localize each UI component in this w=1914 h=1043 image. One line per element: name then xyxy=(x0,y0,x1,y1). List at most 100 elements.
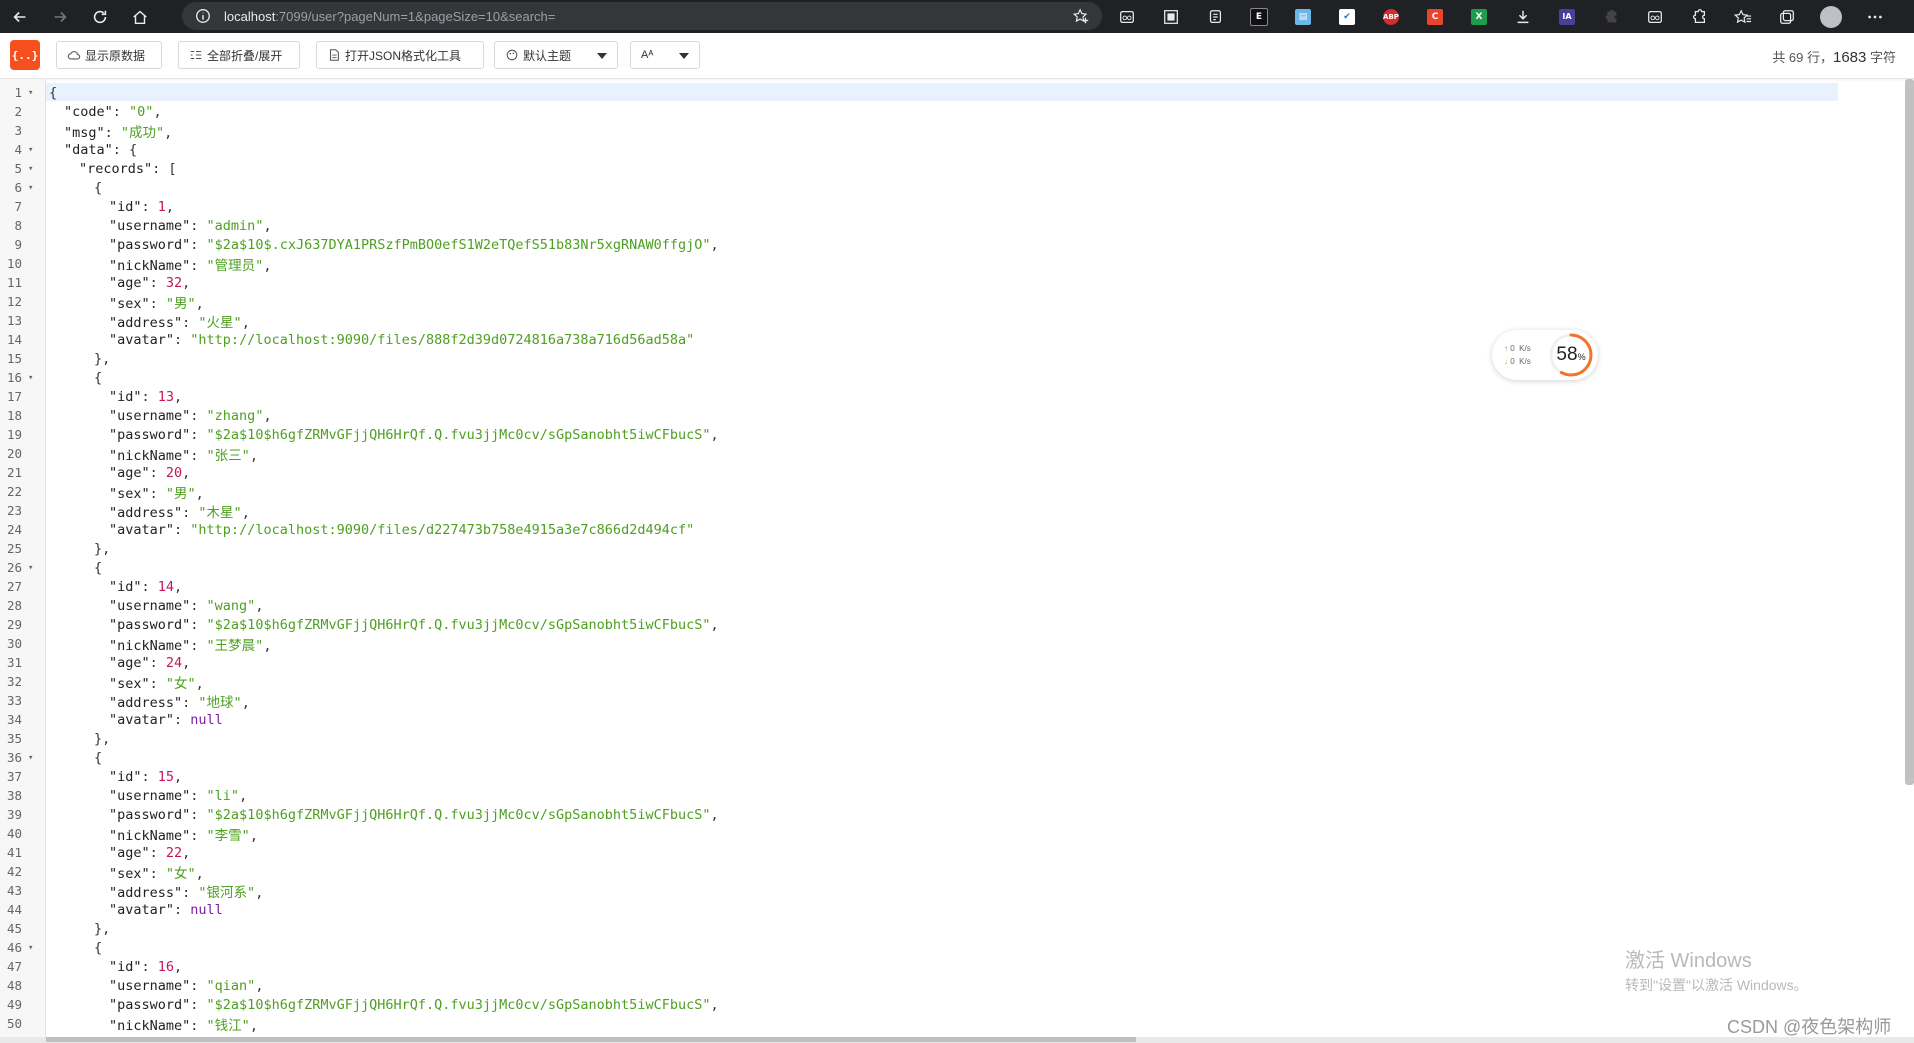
extension-button[interactable]: ABP xyxy=(1376,0,1406,33)
code-line[interactable]: 23 "address": "木星", xyxy=(0,501,1860,521)
code-line[interactable]: 29 "password": "$2a$10$h6gfZRMvGFjjQH6HrQ… xyxy=(0,615,1860,634)
code-line[interactable]: 28 "username": "wang", xyxy=(0,596,1860,615)
code-line[interactable]: 43 "address": "银河系", xyxy=(0,881,1860,901)
code-line[interactable]: 39 "password": "$2a$10$h6gfZRMvGFjjQH6HrQ… xyxy=(0,805,1860,824)
fold-toggle-icon[interactable]: ▾ xyxy=(22,88,45,98)
extension-button[interactable] xyxy=(1640,0,1670,33)
fold-toggle-icon[interactable]: ▾ xyxy=(22,753,45,763)
code-line[interactable]: 48 "username": "qian", xyxy=(0,976,1860,995)
extension-button[interactable] xyxy=(1156,0,1186,33)
network-speed-widget[interactable]: ↑ 0 K/s ↓ 0 K/s 58% xyxy=(1492,330,1598,380)
extension-button[interactable] xyxy=(1596,0,1626,33)
json-editor[interactable]: 1 ▾{2 "code": "0", 3 "msg": "成功", 4 ▾ "data": {… xyxy=(0,79,1914,1043)
code-line[interactable]: 40 "nickName": "李雪", xyxy=(0,824,1860,844)
code-line[interactable]: 47 "id": 16, xyxy=(0,957,1860,976)
home-button[interactable] xyxy=(120,0,160,33)
code-line[interactable]: 44 "avatar": null xyxy=(0,900,1860,919)
extension-button[interactable]: C xyxy=(1420,0,1450,33)
json-punctuation: : xyxy=(190,996,207,1013)
code-line[interactable]: 38 "username": "li", xyxy=(0,786,1860,805)
code-line[interactable]: 17 "id": 13, xyxy=(0,387,1860,406)
code-line[interactable]: 45}, xyxy=(0,919,1860,938)
code-line[interactable]: 33 "address": "地球", xyxy=(0,691,1860,711)
code-line[interactable]: 3 "msg": "成功", xyxy=(0,121,1860,141)
code-line[interactable]: 13 "address": "火星", xyxy=(0,311,1860,331)
extension-button[interactable]: E xyxy=(1244,0,1274,33)
fold-toggle-icon[interactable]: ▾ xyxy=(22,164,45,174)
fold-toggle-icon[interactable]: ▾ xyxy=(22,563,45,573)
code-line[interactable]: 30 "nickName": "王梦晨", xyxy=(0,634,1860,654)
json-punctuation: , xyxy=(710,236,719,253)
download-button[interactable] xyxy=(1508,0,1538,33)
extensions-button[interactable] xyxy=(1684,0,1714,33)
extension-button[interactable]: IA xyxy=(1552,0,1582,33)
more-menu-button[interactable] xyxy=(1860,0,1890,33)
code-line[interactable]: 34 "avatar": null xyxy=(0,710,1860,729)
code-text: "id": 15, xyxy=(45,769,182,785)
horizontal-scrollbar[interactable] xyxy=(46,1037,1136,1042)
code-line[interactable]: 1 ▾ { xyxy=(0,83,1860,102)
code-line[interactable]: 24 "avatar": "http://localhost:9090/files… xyxy=(0,520,1860,539)
code-line[interactable]: 25}, xyxy=(0,539,1860,558)
collapse-expand-button[interactable]: 全部折叠/展开 xyxy=(178,41,300,69)
reload-button[interactable] xyxy=(80,0,120,33)
code-line[interactable]: 22 "sex": "男", xyxy=(0,482,1860,502)
code-line[interactable]: 6 ▾ { xyxy=(0,178,1860,197)
profile-button[interactable] xyxy=(1816,0,1846,33)
forward-button[interactable] xyxy=(40,0,80,33)
show-raw-button[interactable]: 显示原数据 xyxy=(56,41,162,69)
extension-button[interactable] xyxy=(1200,0,1230,33)
vertical-scrollbar[interactable] xyxy=(1905,79,1914,785)
code-line[interactable]: 36 ▾ { xyxy=(0,748,1860,767)
favorites-button[interactable] xyxy=(1728,0,1758,33)
extension-button[interactable]: ✔ xyxy=(1332,0,1362,33)
code-line[interactable]: 2 "code": "0", xyxy=(0,102,1860,121)
code-line[interactable]: 12 "sex": "男", xyxy=(0,292,1860,312)
code-line[interactable]: 5 ▾ "records": [ xyxy=(0,159,1860,178)
code-line[interactable]: 21 "age": 20, xyxy=(0,463,1860,482)
code-line[interactable]: 18 "username": "zhang", xyxy=(0,406,1860,425)
letter-c-icon: C xyxy=(1427,8,1443,25)
info-icon[interactable] xyxy=(194,7,212,25)
code-line[interactable]: 9 "password": "$2a$10$.cxJ637DYA1PRSzfPmB… xyxy=(0,235,1860,254)
code-line[interactable]: 37 "id": 15, xyxy=(0,767,1860,786)
code-line[interactable]: 42 "sex": "女", xyxy=(0,862,1860,882)
open-json-tool-button[interactable]: 打开JSON格式化工具 xyxy=(316,41,484,69)
url-text[interactable]: localhost:7099/user?pageNum=1&pageSize=1… xyxy=(224,9,555,24)
code-line[interactable]: 20 "nickName": "张三", xyxy=(0,444,1860,464)
extension-button[interactable]: X xyxy=(1464,0,1494,33)
code-line[interactable]: 31 "age": 24, xyxy=(0,653,1860,672)
line-number: 47 xyxy=(6,959,22,974)
code-line[interactable]: 8 "username": "admin", xyxy=(0,216,1860,235)
code-line[interactable]: 10 "nickName": "管理员", xyxy=(0,254,1860,274)
json-string: "男" xyxy=(165,295,196,312)
collections-button[interactable] xyxy=(1772,0,1802,33)
code-text: "nickName": "李雪", xyxy=(45,824,258,844)
back-button[interactable] xyxy=(0,0,40,33)
line-number: 48 xyxy=(6,978,22,993)
line-number: 10 xyxy=(6,256,22,271)
code-line[interactable]: 49 "password": "$2a$10$h6gfZRMvGFjjQH6HrQ… xyxy=(0,995,1860,1014)
fold-toggle-icon[interactable]: ▾ xyxy=(22,373,45,383)
code-line[interactable]: 27 "id": 14, xyxy=(0,577,1860,596)
add-favorite-icon[interactable] xyxy=(1072,7,1090,25)
code-line[interactable]: 50 "nickName": "钱江", xyxy=(0,1014,1860,1034)
code-line[interactable]: 41 "age": 22, xyxy=(0,843,1860,862)
extension-button[interactable]: ▤ xyxy=(1288,0,1318,33)
fold-toggle-icon[interactable]: ▾ xyxy=(22,183,45,193)
code-line[interactable]: 11 "age": 32, xyxy=(0,273,1860,292)
code-line[interactable]: 35}, xyxy=(0,729,1860,748)
address-bar[interactable]: localhost:7099/user?pageNum=1&pageSize=1… xyxy=(182,2,1102,30)
font-size-select[interactable]: Aᴬ xyxy=(630,41,700,69)
code-line[interactable]: 7 "id": 1, xyxy=(0,197,1860,216)
code-line[interactable]: 4 ▾ "data": { xyxy=(0,140,1860,159)
code-line[interactable]: 32 "sex": "女", xyxy=(0,672,1860,692)
code-line[interactable]: 26 ▾ { xyxy=(0,558,1860,577)
fold-toggle-icon[interactable]: ▾ xyxy=(22,943,45,953)
fold-toggle-icon[interactable]: ▾ xyxy=(22,145,45,155)
code-line[interactable]: 19 "password": "$2a$10$h6gfZRMvGFjjQH6HrQ… xyxy=(0,425,1860,444)
extension-button[interactable] xyxy=(1112,0,1142,33)
theme-select[interactable]: 默认主题 xyxy=(494,41,618,69)
code-line[interactable]: 46 ▾ { xyxy=(0,938,1860,957)
json-key: "avatar" xyxy=(109,711,175,728)
